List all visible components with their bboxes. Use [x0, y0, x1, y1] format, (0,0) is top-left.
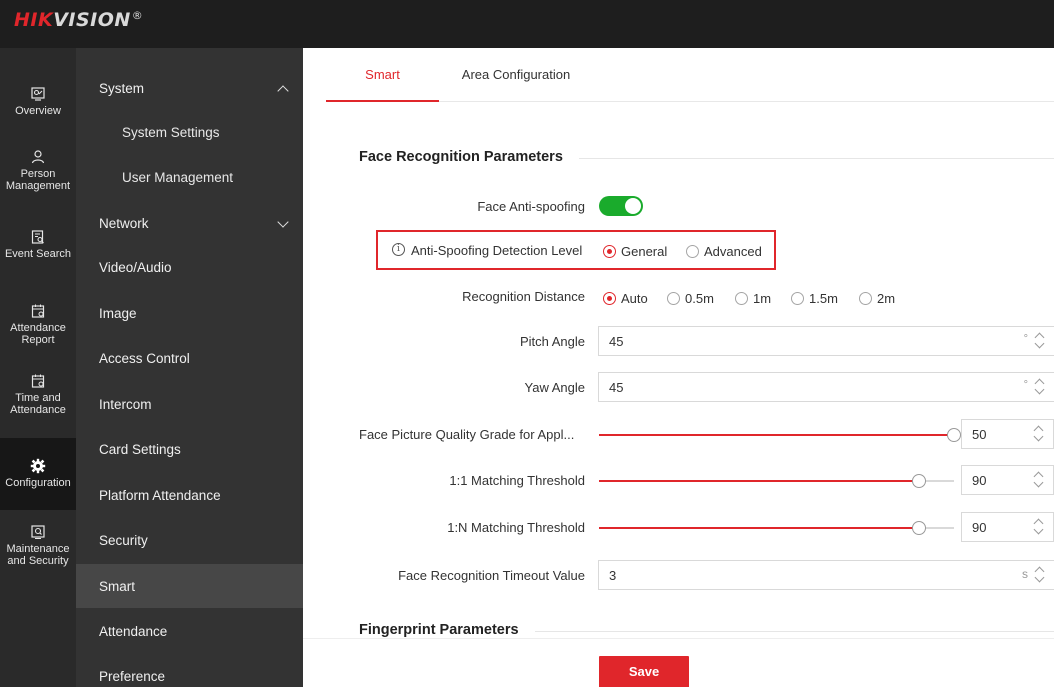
event-search-icon [31, 230, 44, 244]
spinner-icon[interactable] [1035, 331, 1045, 351]
nav-event-search[interactable]: Event Search [0, 229, 76, 260]
maintenance-icon [31, 525, 45, 539]
nav-overview[interactable]: Overview [0, 86, 76, 117]
menu-security[interactable]: Security [76, 518, 303, 562]
menu-system[interactable]: System [76, 66, 303, 110]
spinner-icon[interactable] [1035, 565, 1045, 585]
match-1-1-slider[interactable] [599, 474, 954, 488]
hikvision-logo: HIKVISION® [14, 9, 144, 31]
config-submenu: System System Settings User Management N… [76, 48, 303, 687]
fingerprint-section-title: Fingerprint Parameters [359, 622, 535, 638]
distance-2m-radio[interactable]: 2m [859, 291, 895, 306]
pitch-angle-input[interactable]: 45 ° [598, 326, 1054, 356]
detection-level-label: Anti-Spoofing Detection Level [411, 243, 583, 258]
menu-platform-attendance[interactable]: Platform Attendance [76, 473, 303, 517]
menu-network[interactable]: Network [76, 201, 303, 245]
distance-1-5m-radio[interactable]: 1.5m [791, 291, 838, 306]
tab-area-configuration[interactable]: Area Configuration [451, 48, 581, 102]
recognition-distance-label: Recognition Distance [462, 289, 585, 304]
chevron-up-icon [277, 85, 289, 97]
detection-level-general-radio[interactable]: General [603, 244, 667, 259]
face-anti-spoofing-toggle[interactable] [599, 196, 643, 216]
match-1-n-label: 1:N Matching Threshold [447, 520, 585, 535]
menu-user-management[interactable]: User Management [76, 155, 303, 199]
spinner-icon[interactable] [1034, 517, 1044, 537]
menu-access-control[interactable]: Access Control [76, 336, 303, 380]
tab-bar: Smart Area Configuration [326, 48, 1054, 102]
match-1-n-slider[interactable] [599, 521, 954, 535]
nav-configuration[interactable]: Configuration [0, 438, 76, 510]
distance-1m-radio[interactable]: 1m [735, 291, 771, 306]
menu-image[interactable]: Image [76, 291, 303, 335]
spinner-icon[interactable] [1035, 377, 1045, 397]
tab-smart[interactable]: Smart [326, 48, 439, 102]
detection-level-advanced-radio[interactable]: Advanced [686, 244, 762, 259]
timeout-label: Face Recognition Timeout Value [398, 568, 585, 583]
match-1-n-input[interactable]: 90 [961, 512, 1054, 542]
quality-grade-input[interactable]: 50 [961, 419, 1054, 449]
quality-grade-label: Face Picture Quality Grade for Appl... [359, 427, 575, 442]
main-content: Smart Area Configuration Face Recognitio… [303, 48, 1054, 687]
gear-icon [30, 458, 46, 474]
top-bar: HIKVISION® [0, 0, 1054, 48]
menu-video-audio[interactable]: Video/Audio [76, 245, 303, 289]
pitch-angle-label: Pitch Angle [519, 334, 585, 349]
calendar-clock-icon [31, 374, 45, 388]
nav-time-and-attendance[interactable]: Time and Attendance [0, 373, 76, 416]
menu-attendance[interactable]: Attendance [76, 609, 303, 653]
nav-attendance-report[interactable]: Attendance Report [0, 303, 76, 346]
slider-thumb[interactable] [911, 474, 926, 488]
slider-thumb[interactable] [947, 428, 961, 442]
calendar-report-icon [31, 304, 45, 318]
menu-card-settings[interactable]: Card Settings [76, 427, 303, 471]
menu-system-settings[interactable]: System Settings [76, 110, 303, 154]
menu-preference[interactable]: Preference [76, 654, 303, 687]
timeout-input[interactable]: 3 s [598, 560, 1054, 590]
face-section-title: Face Recognition Parameters [359, 149, 579, 165]
distance-auto-radio[interactable]: Auto [603, 291, 648, 306]
yaw-angle-input[interactable]: 45 ° [598, 372, 1054, 402]
match-1-1-input[interactable]: 90 [961, 465, 1054, 495]
dashboard-icon [31, 87, 45, 101]
menu-intercom[interactable]: Intercom [76, 382, 303, 426]
nav-maintenance-security[interactable]: Maintenance and Security [0, 524, 76, 567]
match-1-1-label: 1:1 Matching Threshold [449, 473, 585, 488]
chevron-down-icon [277, 216, 289, 228]
yaw-angle-label: Yaw Angle [524, 380, 585, 395]
quality-grade-slider[interactable] [599, 428, 961, 442]
save-button[interactable]: Save [599, 656, 689, 687]
spinner-icon[interactable] [1034, 470, 1044, 490]
slider-thumb[interactable] [911, 521, 926, 535]
menu-smart[interactable]: Smart [76, 564, 303, 608]
spinner-icon[interactable] [1034, 424, 1044, 444]
person-icon [31, 150, 45, 164]
nav-person-management[interactable]: Person Management [0, 149, 76, 192]
info-icon: i [392, 243, 405, 256]
main-nav-rail: Overview Person Management Event Search … [0, 48, 76, 687]
distance-0-5m-radio[interactable]: 0.5m [667, 291, 714, 306]
face-anti-spoofing-label: Face Anti-spoofing [477, 199, 585, 214]
